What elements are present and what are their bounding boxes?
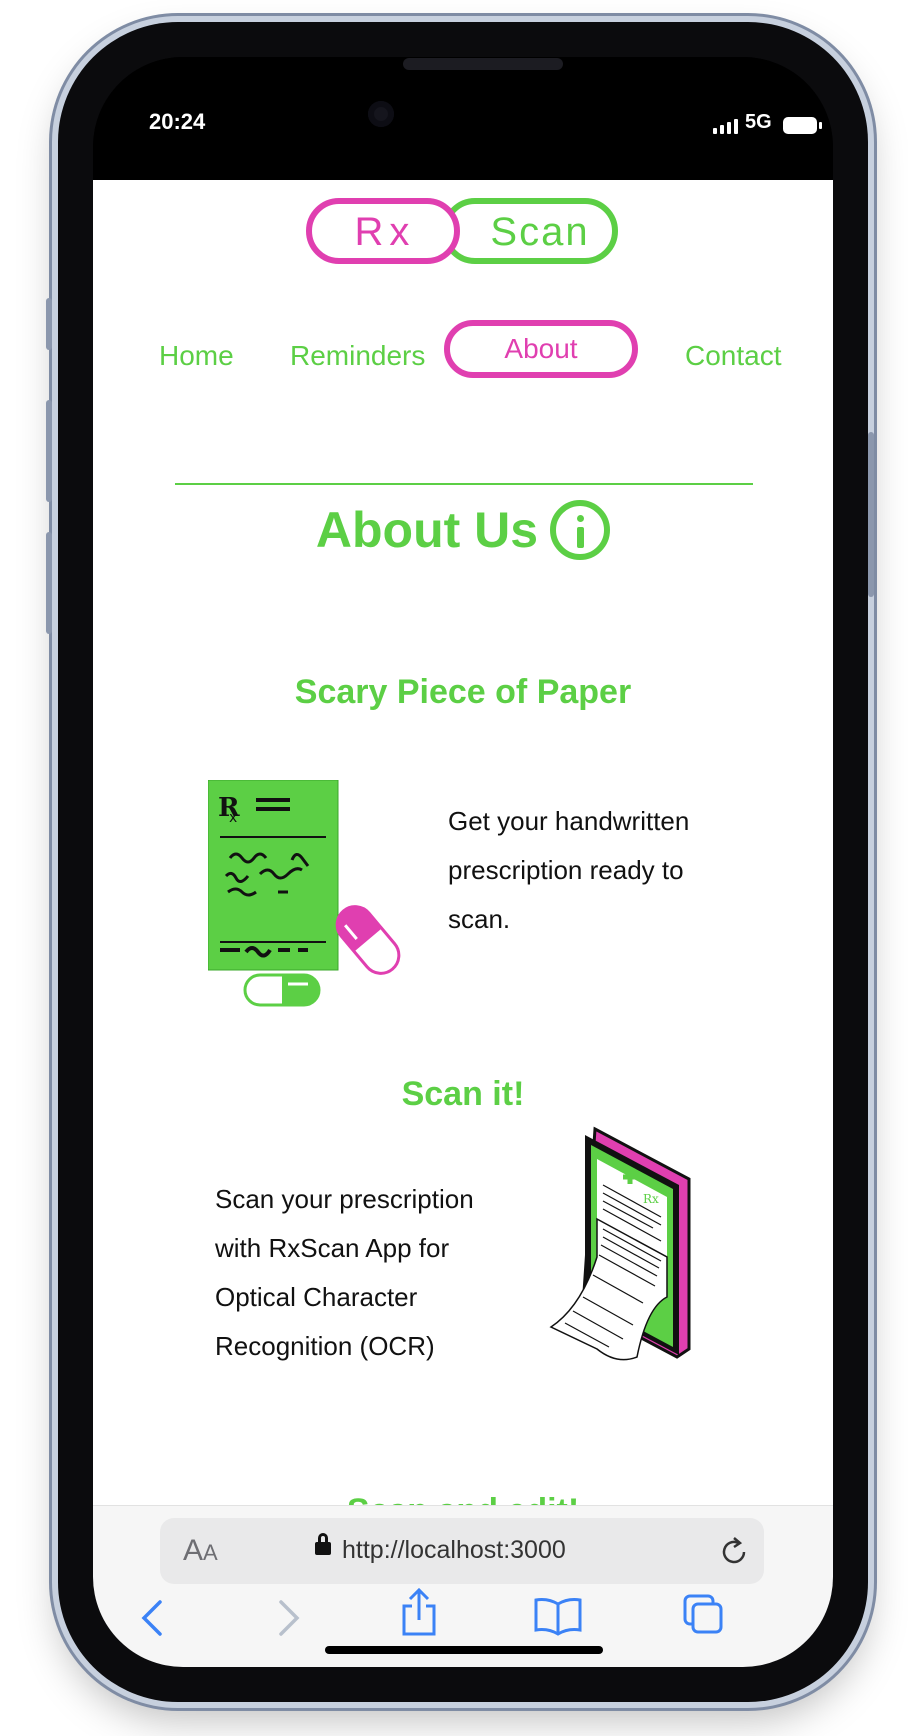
web-page: Rx Scan Home Reminders About Contact Abo… [93,180,833,1505]
text-line: Recognition (OCR) [215,1331,435,1361]
rxscan-logo[interactable]: Rx Scan [303,195,621,267]
home-indicator[interactable] [325,1646,603,1654]
forward-icon[interactable] [273,1596,303,1640]
signal-icon [713,119,738,134]
address-bar[interactable]: AA http://localhost:3000 [160,1518,764,1584]
tabs-icon[interactable] [681,1592,725,1636]
reload-icon[interactable] [720,1536,750,1568]
text-size-button[interactable]: AA [183,1534,218,1568]
svg-text:x: x [229,810,237,826]
section-text: Scan your prescription with RxScan App f… [215,1175,474,1371]
about-heading: About Us [93,500,833,560]
side-button [46,400,52,502]
text-line: Optical Character [215,1282,418,1312]
lock-icon [315,1533,331,1555]
nav-contact[interactable]: Contact [685,340,782,372]
section-title-partial: Scan and edit! [93,1492,833,1505]
text-line: prescription ready to [448,855,684,885]
status-bar: 20:24 5G [93,57,833,180]
phone-frame: 20:24 5G Rx Scan Home Reminders About Co… [46,22,874,1702]
side-button [46,298,52,350]
aa-large: A [183,1534,204,1567]
logo-scan: Scan [490,210,589,254]
text-line: Scan your prescription [215,1184,474,1214]
nav-reminders[interactable]: Reminders [290,340,425,372]
network-label: 5G [745,111,772,133]
bookmarks-icon[interactable] [533,1596,583,1636]
info-icon [550,500,611,560]
url-text[interactable]: http://localhost:3000 [342,1536,566,1565]
battery-icon [783,117,822,134]
browser-toolbar: AA http://localhost:3000 [93,1505,833,1667]
svg-text:Rx: Rx [643,1192,659,1206]
main-nav: Home Reminders About Contact [93,320,833,390]
side-button [46,532,52,634]
screen: 20:24 5G Rx Scan Home Reminders About Co… [93,57,833,1667]
page-title: About Us [315,502,539,558]
text-line: with RxScan App for [215,1233,450,1263]
text-line: scan. [448,904,511,934]
back-icon[interactable] [138,1596,168,1640]
text-line: Get your handwritten [448,806,690,836]
logo-rx: Rx [355,210,416,254]
status-time: 20:24 [149,109,206,134]
speaker [403,58,563,70]
aa-small: A [203,1540,218,1565]
section-title: Scary Piece of Paper [294,673,632,711]
nav-about[interactable]: About [444,320,638,378]
nav-home[interactable]: Home [159,340,234,372]
share-icon[interactable] [399,1588,439,1638]
section-text: Get your handwritten prescription ready … [448,797,689,944]
side-button [868,432,874,597]
section-title: Scan it! [401,1075,525,1113]
divider [175,483,753,485]
camera [368,101,394,127]
phone-scan-illustration: Rx [549,1126,691,1361]
prescription-illustration: R x [208,780,401,1007]
